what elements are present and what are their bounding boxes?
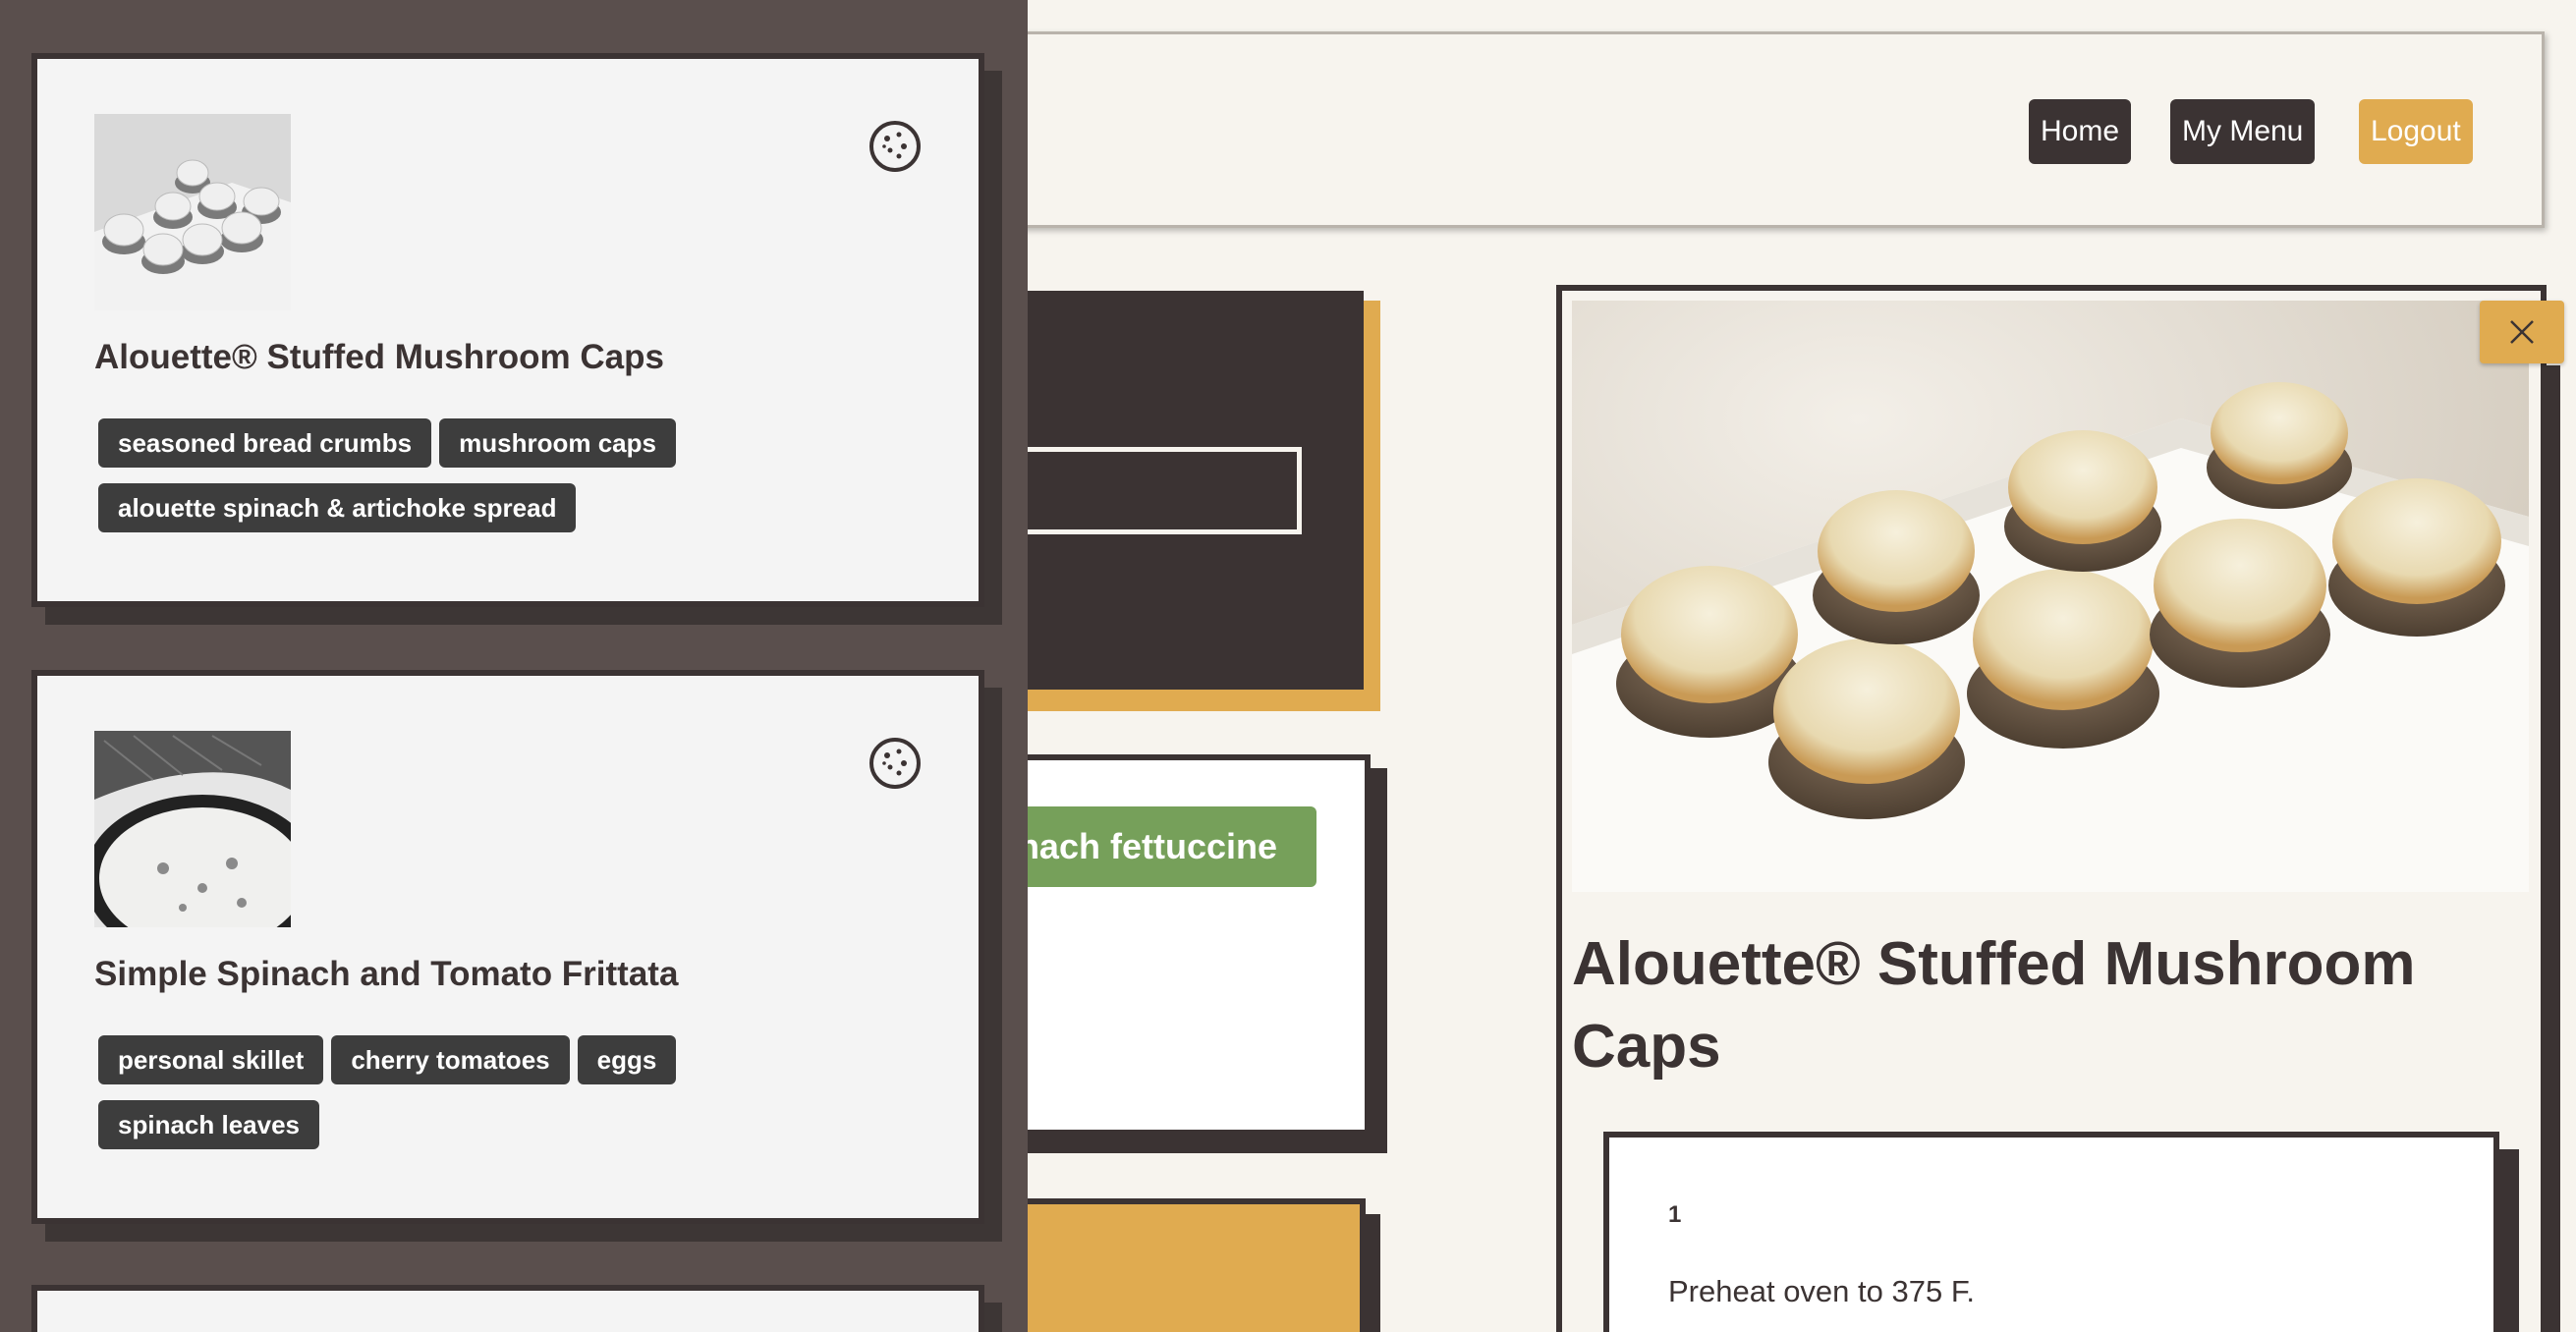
cookie-icon[interactable] (868, 120, 922, 173)
recipe-card-partial[interactable] (31, 1285, 984, 1332)
mushroom-caps-thumbnail (94, 114, 291, 310)
home-button[interactable]: Home (2029, 99, 2132, 164)
ingredient-tag[interactable]: spinach leaves (98, 1100, 319, 1149)
top-header: Home My Menu Logout (884, 31, 2545, 228)
ingredient-tag[interactable]: mushroom caps (439, 418, 676, 468)
close-icon (2510, 320, 2534, 344)
frittata-thumbnail (94, 731, 291, 927)
recipe-drawer: Alouette® Stuffed Mushroom Caps seasoned… (0, 0, 1028, 1332)
recipe-card-title: Simple Spinach and Tomato Frittata (94, 955, 679, 993)
recipe-card-title: Alouette® Stuffed Mushroom Caps (94, 338, 664, 376)
selected-ingredient-tag[interactable]: nach fettuccine (1002, 806, 1316, 887)
recipe-thumbnail (94, 114, 291, 310)
ingredient-tags: seasoned bread crumbs mushroom caps alou… (98, 418, 747, 532)
close-button[interactable] (2480, 301, 2564, 363)
ingredient-tag[interactable]: alouette spinach & artichoke spread (98, 483, 577, 532)
ingredient-tags: personal skillet cherry tomatoes eggs sp… (98, 1035, 747, 1149)
ingredient-tag[interactable]: seasoned bread crumbs (98, 418, 432, 468)
stuffed-mushrooms-photo (1572, 301, 2529, 892)
ingredient-tag[interactable]: eggs (577, 1035, 677, 1084)
recipe-card[interactable]: Alouette® Stuffed Mushroom Caps seasoned… (31, 53, 984, 607)
ingredient-tag[interactable]: cherry tomatoes (331, 1035, 570, 1084)
ingredient-tag[interactable]: personal skillet (98, 1035, 324, 1084)
my-menu-button[interactable]: My Menu (2170, 99, 2316, 164)
search-input[interactable] (1002, 447, 1302, 534)
cookie-icon[interactable] (868, 737, 922, 790)
recipe-hero-photo (1572, 301, 2529, 892)
orange-card (1002, 1198, 1366, 1332)
step-text: Preheat oven to 375 F. (1668, 1274, 1975, 1308)
step-number: 1 (1668, 1201, 1682, 1228)
recipe-title: Alouette® Stuffed Mushroom Caps (1572, 930, 2416, 1081)
selected-ingredient-label: nach fettuccine (1017, 826, 1277, 866)
recipe-card[interactable]: Simple Spinach and Tomato Frittata perso… (31, 670, 984, 1224)
logout-button[interactable]: Logout (2359, 99, 2473, 164)
recipe-thumbnail (94, 731, 291, 927)
